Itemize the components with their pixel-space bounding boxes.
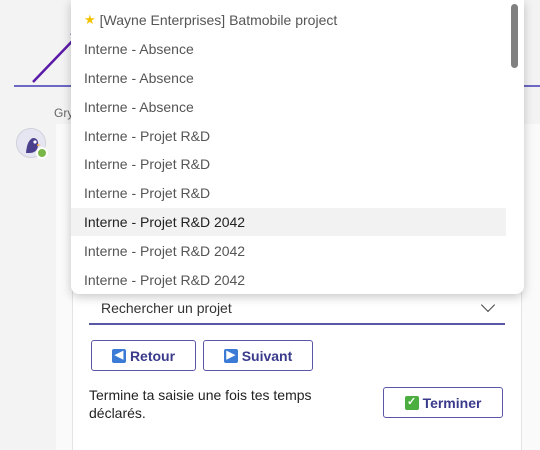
next-button-label: Suivant — [241, 347, 293, 364]
option-label: Interne - Projet R&D — [84, 156, 211, 173]
prev-button-label: Retour — [129, 347, 176, 364]
project-select-placeholder: Rechercher un projet — [101, 300, 232, 316]
option-label: Interne - Projet R&D — [84, 185, 211, 202]
next-button[interactable]: ▶ Suivant — [203, 340, 313, 371]
dropdown-option[interactable]: ★ [Wayne Enterprises] Batmobile project — [71, 6, 524, 35]
dropdown-option-hovered[interactable]: Interne - Projet R&D 2042 — [71, 207, 506, 237]
online-status-indicator — [36, 147, 48, 159]
option-label: Interne - Projet R&D 2042 — [84, 271, 246, 288]
project-dropdown[interactable]: ★ [Wayne Enterprises] Batmobile project … — [71, 0, 524, 294]
finish-instructions: Termine ta saisie une fois tes temps déc… — [89, 387, 312, 421]
dropdown-option[interactable]: Interne - Projet R&D — [71, 150, 524, 179]
dropdown-option[interactable]: Interne - Absence — [71, 35, 524, 64]
dropdown-option[interactable]: Interne - Absence — [71, 64, 524, 93]
dropdown-option[interactable]: Interne - Projet R&D 2042 — [71, 265, 524, 294]
finish-button-label: Terminer — [422, 394, 482, 411]
prev-button[interactable]: ◀ Retour — [91, 340, 196, 371]
left-arrow-icon: ◀ — [111, 348, 126, 363]
right-arrow-icon: ▶ — [223, 348, 238, 363]
chevron-down-icon — [480, 297, 496, 313]
check-mark-icon: ✓ — [404, 395, 419, 410]
option-label: Interne - Projet R&D 2042 — [84, 213, 246, 230]
dropdown-option[interactable]: Interne - Projet R&D 2042 — [71, 236, 524, 265]
finish-button[interactable]: ✓ Terminer — [383, 387, 503, 418]
dropdown-option[interactable]: Interne - Absence — [71, 92, 524, 121]
option-label: Interne - Projet R&D — [84, 127, 211, 144]
dropdown-scrollbar[interactable] — [511, 4, 518, 68]
option-label: Interne - Projet R&D 2042 — [84, 242, 246, 259]
dropdown-option[interactable]: Interne - Projet R&D — [71, 121, 524, 150]
project-search-select[interactable]: Rechercher un projet — [89, 293, 505, 325]
option-label: Interne - Absence — [84, 98, 194, 115]
option-label: Interne - Absence — [84, 69, 194, 86]
option-label: [Wayne Enterprises] Batmobile project — [99, 12, 338, 29]
star-icon: ★ — [84, 12, 96, 28]
option-label: Interne - Absence — [84, 41, 194, 58]
dropdown-option[interactable]: Interne - Projet R&D — [71, 179, 524, 208]
